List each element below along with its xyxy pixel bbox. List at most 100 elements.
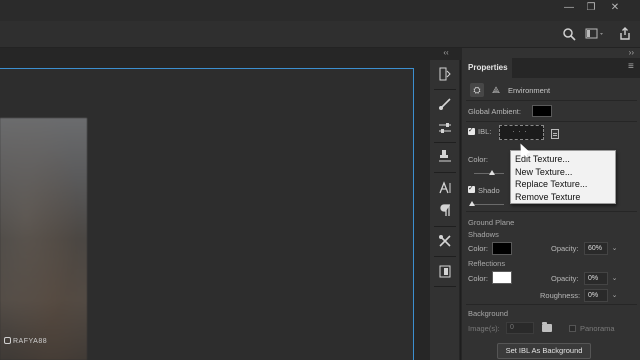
tools-icon <box>439 235 451 247</box>
environment-header: ⛭ ⟁ Environment <box>462 81 640 99</box>
instagram-icon <box>4 337 11 344</box>
divider <box>466 121 637 122</box>
shadows-opacity-value: 60% <box>588 245 603 252</box>
set-ibl-button-label: Set IBL As Background <box>505 346 583 355</box>
roughness-dropdown[interactable]: ⌄ <box>610 289 619 302</box>
paragraph-icon <box>440 204 450 216</box>
ground-plane-label: Ground Plane <box>468 218 515 227</box>
shadows-color-label: Color: <box>468 244 489 253</box>
panel-menu-button[interactable]: ≡ <box>628 62 637 72</box>
reflections-section-label: Reflections <box>468 259 506 268</box>
set-ibl-as-background-button[interactable]: Set IBL As Background <box>497 343 591 359</box>
history-icon <box>439 67 451 81</box>
restore-button[interactable]: ❐ <box>584 2 598 14</box>
reflections-color-label: Color: <box>468 274 489 283</box>
scene-tab-button[interactable]: ⟁ <box>490 83 502 97</box>
softness-slider[interactable] <box>470 204 504 205</box>
close-icon: ✕ <box>610 2 620 13</box>
roughness-label: Roughness: <box>540 291 581 300</box>
ibl-texture-thumbnail[interactable]: ... <box>499 125 544 140</box>
menu-item-new-texture[interactable]: New Texture... <box>511 166 615 179</box>
reflections-opacity-field[interactable]: 0% <box>584 272 608 285</box>
menu-item-replace-texture[interactable]: Replace Texture... <box>511 178 615 191</box>
search-icon <box>563 28 576 41</box>
shadows-checkbox[interactable] <box>468 184 475 193</box>
search-button[interactable] <box>562 27 576 41</box>
environment-tab-button[interactable]: ⛭ <box>470 83 484 97</box>
reflections-opacity-dropdown[interactable]: ⌄ <box>610 272 619 285</box>
clone-source-button[interactable] <box>437 148 453 164</box>
share-button[interactable] <box>618 27 632 41</box>
tool-separator <box>434 142 456 143</box>
tool-separator <box>434 256 456 257</box>
canvas-image <box>0 118 87 360</box>
global-ambient-label: Global Ambient: <box>468 107 521 116</box>
history-button[interactable] <box>437 66 453 82</box>
minimize-button[interactable]: — <box>562 2 576 14</box>
menu-item-new-texture-label: New Texture... <box>515 166 573 177</box>
shadows-color-swatch[interactable] <box>492 242 512 255</box>
ibl-thumb-dots: ... <box>512 127 531 134</box>
restore-icon: ❐ <box>586 2 596 13</box>
intensity-slider-thumb[interactable] <box>489 170 495 175</box>
collapse-panels-button[interactable]: ‹‹ <box>430 48 462 60</box>
tab-properties-label: Properties <box>468 63 508 72</box>
divider <box>466 100 637 101</box>
double-chevron-left-icon: ‹‹ <box>443 48 449 57</box>
images-label: Image(s): <box>468 324 500 333</box>
ibl-file-icon[interactable] <box>551 129 559 139</box>
menu-item-remove-texture-label: Remove Texture <box>515 191 581 202</box>
hamburger-menu-icon: ≡ <box>628 61 634 72</box>
character-button[interactable] <box>437 180 453 196</box>
softness-slider-thumb[interactable] <box>469 201 475 206</box>
double-chevron-right-icon: ›› <box>628 48 634 57</box>
ibl-label: IBL: <box>478 127 492 136</box>
panel-collapse-button[interactable]: ›› <box>629 48 634 57</box>
chevron-down-icon: ⌄ <box>611 245 618 252</box>
options-bar <box>0 21 640 48</box>
texture-context-menu: Edit Texture... New Texture... Replace T… <box>510 150 616 204</box>
environment-icon: ⛭ <box>473 85 481 95</box>
chevron-down-icon: ⌄ <box>611 292 618 299</box>
screen-mode-icon <box>585 28 603 39</box>
clone-source-icon <box>439 150 451 162</box>
shadows-opacity-field[interactable]: 60% <box>584 242 608 255</box>
paragraph-button[interactable] <box>437 202 453 218</box>
shadows-section-label: Shadows <box>468 230 499 239</box>
screen-mode-button[interactable] <box>585 27 605 41</box>
images-count-field[interactable]: 0 <box>506 322 534 334</box>
3d-panel-button[interactable] <box>437 263 453 279</box>
panorama-label: Panorama <box>580 324 615 333</box>
ibl-checkbox[interactable] <box>468 126 475 135</box>
reflections-opacity-value: 0% <box>588 275 599 282</box>
adjustments-icon <box>439 123 451 133</box>
watermark-text: RAFYA88 <box>13 338 48 345</box>
panel-icon-column <box>430 60 460 360</box>
ibl-color-label: Color: <box>468 155 489 164</box>
shadows-opacity-dropdown[interactable]: ⌄ <box>610 242 619 255</box>
tool-separator <box>434 286 456 287</box>
global-ambient-swatch[interactable] <box>532 105 552 117</box>
watermark: RAFYA88 <box>4 337 47 345</box>
menu-item-remove-texture[interactable]: Remove Texture <box>511 191 615 204</box>
shadows-checkbox-label: Shado <box>478 186 500 195</box>
minimize-icon: — <box>564 2 574 13</box>
shadows-opacity-label: Opacity: <box>551 244 579 253</box>
close-button[interactable]: ✕ <box>608 2 622 14</box>
menu-item-replace-texture-label: Replace Texture... <box>515 179 588 189</box>
roughness-field[interactable]: 0% <box>584 289 608 302</box>
title-bar: — ❐ ✕ <box>0 0 640 21</box>
brush-settings-button[interactable] <box>437 96 453 112</box>
tool-separator <box>434 226 456 227</box>
adjustments-button[interactable] <box>437 120 453 136</box>
tab-properties[interactable]: Properties <box>462 58 512 78</box>
images-count-value: 0 <box>510 324 514 331</box>
panorama-checkbox[interactable] <box>569 325 576 332</box>
panel-tab-bar: Properties ≡ <box>462 58 640 78</box>
reflections-color-swatch[interactable] <box>492 271 512 284</box>
environment-label: Environment <box>508 86 551 95</box>
folder-icon[interactable] <box>542 322 552 332</box>
tools-button[interactable] <box>437 233 453 249</box>
share-icon <box>620 27 630 40</box>
scene-icon: ⟁ <box>491 85 501 95</box>
